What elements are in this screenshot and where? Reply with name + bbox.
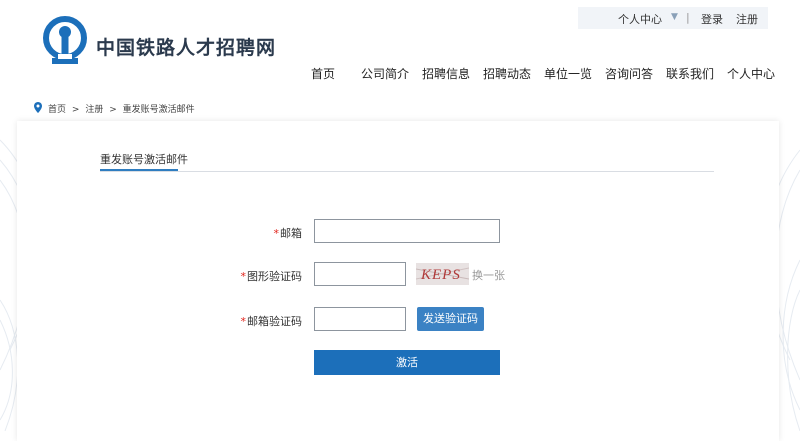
send-code-button[interactable]: 发送验证码 [417,307,484,331]
required-mark: * [273,227,280,240]
top-utility-bar: 个人中心 ▼ | 登录 注册 [578,7,768,29]
captcha-text: KEPS [420,267,461,283]
nav-item-user-center[interactable]: 个人中心 [727,65,775,82]
email-label: *邮箱 [274,225,303,241]
required-mark: * [240,270,247,283]
breadcrumb-separator: > [109,105,117,115]
user-center-link[interactable]: 个人中心 [618,11,662,27]
captcha-label: *图形验证码 [241,268,303,284]
captcha-image[interactable]: KEPS [416,263,469,285]
nav-item-contact[interactable]: 联系我们 [666,65,714,82]
top-separator: | [686,11,690,24]
site-title[interactable]: 中国铁路人才招聘网 [96,33,276,60]
nav-item-news[interactable]: 招聘动态 [483,65,531,82]
captcha-noise: KEPS [416,267,469,283]
required-mark: * [240,315,247,328]
breadcrumb-separator: > [71,105,80,115]
nav-item-company[interactable]: 公司简介 [361,65,409,82]
email-code-field[interactable] [314,307,406,331]
swap-captcha-link[interactable]: 换一张 [472,267,505,283]
register-link[interactable]: 注册 [736,11,758,27]
activate-button[interactable]: 激活 [314,350,500,375]
nav-item-jobs[interactable]: 招聘信息 [422,65,470,82]
breadcrumb-current: 重发账号激活邮件 [122,105,195,115]
captcha-field[interactable] [314,262,406,286]
login-link[interactable]: 登录 [701,11,723,27]
email-label-text: 邮箱 [280,227,302,240]
email-code-label-text: 邮箱验证码 [247,315,302,328]
tab-divider [100,171,714,172]
nav-item-units[interactable]: 单位一览 [544,65,592,82]
chevron-down-icon[interactable]: ▼ [671,12,678,22]
tab-resend-activation[interactable]: 重发账号激活邮件 [100,151,188,167]
email-code-label: *邮箱验证码 [241,313,303,329]
email-field[interactable] [314,219,500,243]
captcha-label-text: 图形验证码 [247,270,302,283]
railway-logo-icon[interactable] [38,14,92,68]
location-pin-icon [34,102,42,113]
breadcrumb-register[interactable]: 注册 [85,105,103,115]
nav-item-home[interactable]: 首页 [311,65,335,82]
breadcrumb-home[interactable]: 首页 [48,105,66,115]
breadcrumb: 首页 > 注册 > 重发账号激活邮件 [48,102,198,115]
nav-item-faq[interactable]: 咨询问答 [605,65,653,82]
